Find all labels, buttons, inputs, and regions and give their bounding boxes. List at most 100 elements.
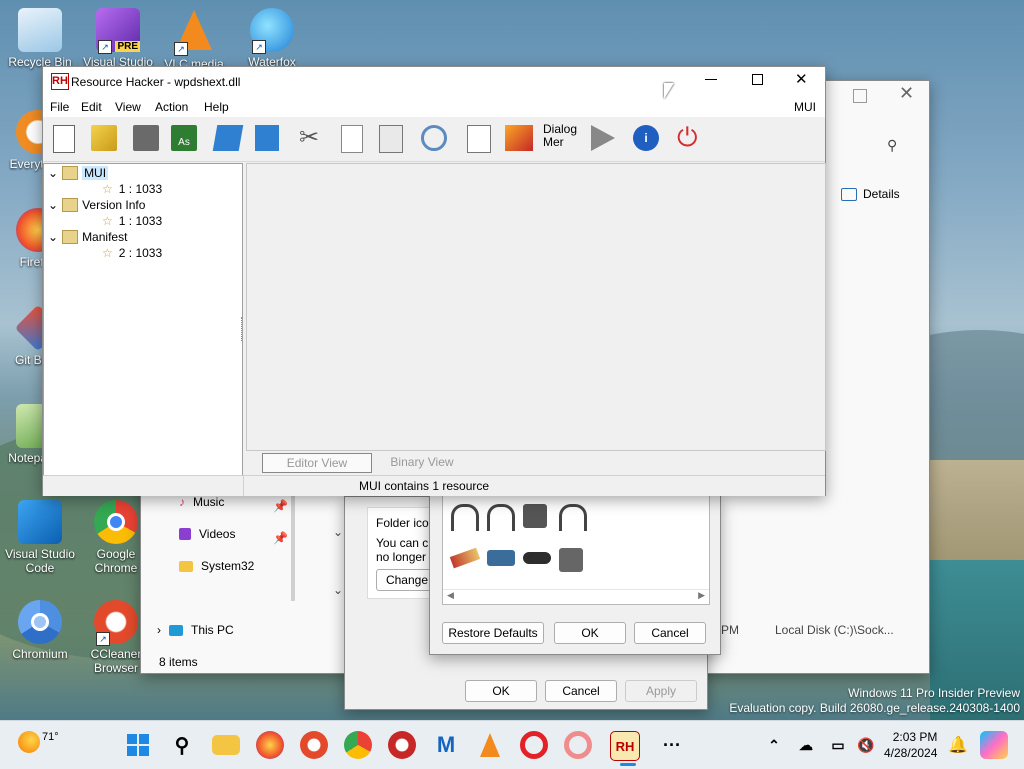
opera-icon[interactable] [520,731,548,759]
menu-action[interactable]: Action [155,100,188,114]
details-label: Details [863,187,900,201]
back-arrow-icon[interactable] [212,125,244,151]
headset-mic-icon[interactable] [487,504,515,531]
expand-icon[interactable]: ⌄ [48,166,58,180]
resource-hacker-taskbar-icon[interactable]: RH [610,731,640,761]
menu-mui[interactable]: MUI [794,100,816,114]
network-icon[interactable]: ☁ [792,731,820,759]
scrollbar[interactable] [291,491,295,601]
malwarebytes-icon[interactable]: M [432,731,460,759]
desktop-icon-label: Chromium [12,647,68,661]
expand-icon[interactable]: ⌄ [48,198,58,212]
bookmark-icon[interactable] [255,125,279,151]
cancel-button[interactable]: Cancel [634,622,706,644]
search-button[interactable]: ⚲ [168,731,196,759]
nav-item-system32[interactable]: System32 [179,559,254,573]
horizontal-scrollbar[interactable]: ◀ ▶ [443,589,709,604]
new-file-icon[interactable] [53,125,75,153]
minimize-icon[interactable] [705,79,717,80]
volume-muted-icon[interactable]: 🔇 [852,731,880,759]
firefox-icon[interactable] [256,731,284,759]
nav-item-music[interactable]: ♪ Music [179,495,224,509]
vlc-icon[interactable] [476,731,504,759]
tab-editor-view[interactable]: Editor View [262,453,372,473]
desktop-icon-waterfox[interactable]: ↗ Waterfox [234,8,310,69]
resource-hacker-window[interactable]: RH Resource Hacker - wpdshext.dll ✕ File… [42,66,826,496]
more-icon[interactable]: ··· [658,731,686,759]
tree-node-manifest[interactable]: ⌄ Manifest [48,230,127,244]
add-image-icon[interactable] [505,125,533,151]
desktop-icon-vscode[interactable]: Visual Studio Code [2,500,78,575]
cancel-button[interactable]: Cancel [545,680,617,702]
file-explorer-icon[interactable] [212,735,240,755]
add-resource-icon[interactable] [467,125,491,153]
power-icon[interactable]: ⏻ [677,123,698,151]
nav-item-this-pc[interactable]: › This PC [157,623,234,637]
resource-tree[interactable]: ⌄ MUI ☆ 1 : 1033 ⌄ Version Info ☆ 1 : 10… [43,163,243,477]
tree-leaf[interactable]: ☆ 2 : 1033 [102,246,162,260]
search-icon[interactable]: ⚲ [887,137,897,154]
scroll-right-icon[interactable]: ▶ [698,590,705,601]
display-icon[interactable]: ▭ [824,731,852,759]
close-icon[interactable]: ✕ [899,83,914,104]
change-icon-dialog[interactable]: ◀ ▶ Restore Defaults OK Cancel [429,496,721,655]
ok-button[interactable]: OK [465,680,537,702]
scroll-left-icon[interactable]: ◀ [447,590,454,601]
vivaldi-icon[interactable] [388,731,416,759]
weather-widget[interactable]: 71° [18,731,59,753]
nav-item-videos[interactable]: Videos [179,527,235,541]
open-folder-icon[interactable] [91,125,117,151]
desktop-icon-vlc[interactable]: ↗ VLC media [156,8,232,71]
start-button[interactable] [124,731,152,759]
close-icon[interactable]: ✕ [795,70,808,88]
chevron-up-icon[interactable]: ⌃ [760,731,788,759]
maximize-icon[interactable] [752,74,763,85]
tab-binary-view[interactable]: Binary View [372,453,472,471]
maximize-icon[interactable] [853,89,867,103]
title-bar[interactable]: RH Resource Hacker - wpdshext.dll ✕ [43,67,825,95]
desktop-icon-chromium[interactable]: Chromium [2,600,78,661]
menu-edit[interactable]: Edit [81,100,102,114]
speaker-icon[interactable] [523,504,547,528]
chrome-icon[interactable] [344,731,372,759]
details-button[interactable]: Details [841,187,900,201]
tree-node-mui[interactable]: ⌄ MUI [48,166,109,180]
date-modified-cell: PM [721,623,739,637]
notification-bell-icon[interactable]: 🔔 [944,731,972,759]
tree-node-version-info[interactable]: ⌄ Version Info [48,198,145,212]
phone-handset-icon[interactable] [523,552,551,564]
paste-icon[interactable] [379,125,403,153]
cable-icon[interactable] [449,547,481,569]
tree-leaf[interactable]: ☆ 1 : 1033 [102,214,162,228]
headset-icon[interactable] [451,504,479,531]
status-bar: MUI contains 1 resource [43,475,825,496]
cut-icon[interactable]: ✂ [299,125,319,151]
copilot-icon[interactable] [980,731,1008,759]
apply-button[interactable]: Apply [625,680,697,702]
restore-defaults-button[interactable]: Restore Defaults [442,622,544,644]
icon-list[interactable]: ◀ ▶ [442,496,710,605]
copy-icon[interactable] [341,125,363,153]
desktop-icon-visual-studio[interactable]: PRE ↗ Visual Studio [80,8,156,69]
menu-view[interactable]: View [115,100,141,114]
modem-icon[interactable] [487,550,515,566]
tree-leaf[interactable]: ☆ 1 : 1033 [102,182,162,196]
menu-file[interactable]: File [50,100,69,114]
dialog-merger-button[interactable]: Dialog Mer [543,123,577,149]
info-icon[interactable]: i [633,125,659,151]
save-icon[interactable] [133,125,159,151]
menu-help[interactable]: Help [204,100,229,114]
navigation-pane: ♪ Music Videos System32 › This PC 8 item… [141,491,291,673]
save-as-icon[interactable]: As [171,125,197,151]
desktop-icon-recycle-bin[interactable]: Recycle Bin [2,8,78,69]
speaker-box-icon[interactable] [559,548,583,572]
expand-icon[interactable]: ⌄ [48,230,58,244]
search-icon[interactable] [421,125,447,151]
opera-gx-icon[interactable] [564,731,592,759]
ccleaner-icon[interactable] [300,731,328,759]
time: 2:03 PM [892,730,938,744]
headphones-icon[interactable] [559,504,587,531]
clock[interactable]: 2:03 PM 4/28/2024 [884,729,937,761]
run-script-icon[interactable] [591,125,615,151]
ok-button[interactable]: OK [554,622,626,644]
